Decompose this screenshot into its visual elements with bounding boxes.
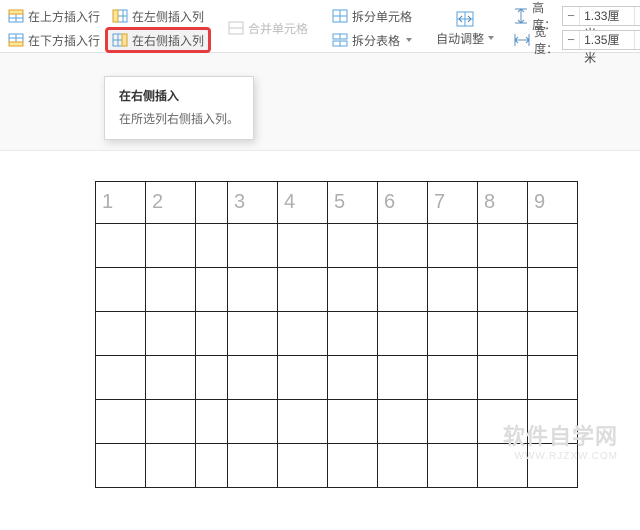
autofit-icon <box>455 10 475 28</box>
insert-row-below-icon <box>8 33 24 47</box>
split-cells-button[interactable]: 拆分单元格 <box>328 6 416 26</box>
width-row: 宽度： − 1.35厘米 + <box>514 30 640 50</box>
document-table[interactable]: 1 2 3 4 5 6 7 8 9 <box>95 181 578 488</box>
autofit-button[interactable]: 自动调整 <box>432 8 498 49</box>
split-table-label: 拆分表格 <box>352 32 400 49</box>
table-row <box>96 444 578 488</box>
insert-col-right-button[interactable]: 在右侧插入列 <box>108 30 208 50</box>
height-row: 高度： − 1.33厘米 + <box>514 6 640 26</box>
table-row: 1 2 3 4 5 6 7 8 9 <box>96 182 578 224</box>
table-cell[interactable]: 7 <box>428 182 478 224</box>
ribbon-toolbar: 在上方插入行 在下方插入行 在左侧插入列 在右侧插入列 <box>0 0 640 53</box>
table-row <box>96 268 578 312</box>
merge-cells-icon <box>228 21 244 35</box>
chevron-down-icon <box>406 38 412 42</box>
height-decrement[interactable]: − <box>563 7 579 25</box>
split-table-icon <box>332 33 348 47</box>
group-autofit: 自动调整 <box>428 4 498 52</box>
table-row <box>96 400 578 444</box>
insert-col-left-button[interactable]: 在左侧插入列 <box>108 6 208 26</box>
table-cell[interactable]: 2 <box>146 182 196 224</box>
document-canvas: 1 2 3 4 5 6 7 8 9 软件自学网 WWW.RJZXW.COM <box>0 150 640 530</box>
insert-row-below-button[interactable]: 在下方插入行 <box>4 30 104 50</box>
table-cell[interactable]: 1 <box>96 182 146 224</box>
height-icon <box>514 8 528 24</box>
width-spinner[interactable]: − 1.35厘米 + <box>562 30 640 50</box>
height-increment[interactable]: + <box>635 7 640 25</box>
insert-col-left-label: 在左侧插入列 <box>132 8 204 25</box>
width-value[interactable]: 1.35厘米 <box>579 31 635 49</box>
height-value[interactable]: 1.33厘米 <box>579 7 635 25</box>
table-cell[interactable] <box>196 182 228 224</box>
group-merge: 合并单元格 <box>220 4 312 52</box>
insert-row-above-icon <box>8 9 24 23</box>
split-cells-icon <box>332 9 348 23</box>
merge-cells-label: 合并单元格 <box>248 20 308 37</box>
width-label: 宽度： <box>534 23 558 57</box>
table-cell[interactable]: 5 <box>328 182 378 224</box>
chevron-down-icon <box>488 36 494 40</box>
autofit-label: 自动调整 <box>436 30 484 47</box>
insert-col-right-label: 在右侧插入列 <box>132 32 204 49</box>
insert-col-right-icon <box>112 33 128 47</box>
group-dimensions: 高度： − 1.33厘米 + 宽度： − 1.35厘米 + <box>510 4 640 52</box>
height-spinner[interactable]: − 1.33厘米 + <box>562 6 640 26</box>
table-row <box>96 224 578 268</box>
tooltip: 在右侧插入 在所选列右侧插入列。 <box>104 76 254 140</box>
insert-row-above-button[interactable]: 在上方插入行 <box>4 6 104 26</box>
table-cell[interactable]: 3 <box>228 182 278 224</box>
width-icon <box>514 33 530 47</box>
merge-cells-button[interactable]: 合并单元格 <box>224 18 312 38</box>
insert-row-below-label: 在下方插入行 <box>28 32 100 49</box>
group-insert-cols: 在左侧插入列 在右侧插入列 <box>104 4 208 52</box>
table-cell[interactable]: 8 <box>478 182 528 224</box>
width-increment[interactable]: + <box>635 31 640 49</box>
split-cells-label: 拆分单元格 <box>352 8 412 25</box>
tooltip-title: 在右侧插入 <box>119 87 239 104</box>
insert-col-left-icon <box>112 9 128 23</box>
table-cell[interactable]: 4 <box>278 182 328 224</box>
tooltip-desc: 在所选列右侧插入列。 <box>119 110 239 127</box>
width-decrement[interactable]: − <box>563 31 579 49</box>
table-cell[interactable]: 6 <box>378 182 428 224</box>
table-row <box>96 356 578 400</box>
insert-row-above-label: 在上方插入行 <box>28 8 100 25</box>
group-split: 拆分单元格 拆分表格 <box>324 4 416 52</box>
split-table-button[interactable]: 拆分表格 <box>328 30 416 50</box>
table-row <box>96 312 578 356</box>
group-insert-rows: 在上方插入行 在下方插入行 <box>0 4 104 52</box>
table-cell[interactable]: 9 <box>528 182 578 224</box>
